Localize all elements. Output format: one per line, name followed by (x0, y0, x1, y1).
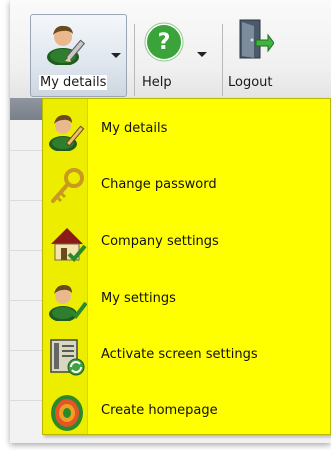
house-check-icon (51, 228, 87, 262)
chevron-down-icon[interactable] (197, 52, 207, 57)
menu-item-label: My settings (101, 291, 176, 306)
user-edit-icon (47, 25, 86, 65)
user-check-icon (49, 285, 87, 321)
key-icon (51, 168, 84, 203)
menu-item-label: Activate screen settings (101, 347, 258, 362)
help-label: Help (142, 75, 172, 90)
menu-item-activate-screen-settings[interactable]: Activate screen settings (43, 333, 330, 379)
logout-button[interactable]: Logout (228, 14, 298, 98)
menu-item-label: Create homepage (101, 403, 218, 418)
chevron-down-icon[interactable] (111, 53, 121, 58)
menu-item-company-settings[interactable]: Company settings (43, 220, 330, 266)
menu-item-create-homepage[interactable]: Create homepage (43, 389, 330, 435)
menu-item-label: Company settings (101, 234, 219, 249)
target-icon (51, 395, 83, 431)
screen-refresh-icon (50, 339, 85, 376)
menu-item-my-details[interactable]: My details (43, 107, 330, 153)
my-details-label: My details (39, 75, 108, 90)
logout-label: Logout (228, 75, 273, 90)
svg-text:?: ? (158, 30, 171, 55)
help-button[interactable]: ? Help (130, 14, 220, 98)
my-details-dropdown-menu: My details Change password Company setti… (42, 98, 331, 435)
menu-item-change-password[interactable]: Change password (43, 163, 330, 209)
toolbar: My details ? Help Logout (10, 0, 331, 99)
menu-item-my-settings[interactable]: My settings (43, 277, 330, 323)
logout-door-icon (239, 19, 274, 59)
app-window: My details ? Help Logout My details Chan… (10, 0, 331, 443)
my-details-button[interactable]: My details (30, 14, 127, 97)
menu-item-label: My details (101, 121, 168, 136)
user-edit-icon (49, 115, 85, 151)
menu-item-label: Change password (101, 177, 217, 192)
help-icon: ? (144, 22, 184, 62)
toolbar-separator (222, 24, 223, 96)
